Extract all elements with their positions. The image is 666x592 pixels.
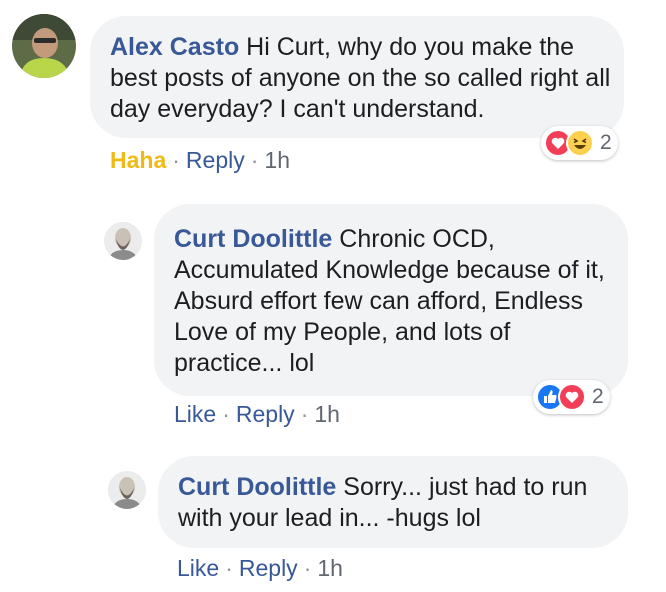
reaction-count: 2 [600,131,612,154]
profile-photo [104,222,142,260]
reaction-summary[interactable]: 2 [533,380,610,414]
comment-author[interactable]: Alex Casto [110,33,239,61]
avatar-curt-doolittle[interactable] [104,222,142,260]
timestamp[interactable]: 1h [317,555,343,581]
reply-link[interactable]: Reply [236,401,295,427]
separator-dot: · [303,555,312,581]
reply-link[interactable]: Reply [239,555,298,581]
avatar-curt-doolittle[interactable] [108,471,146,509]
comment-author[interactable]: Curt Doolittle [174,225,332,253]
like-link[interactable]: Like [177,555,219,581]
comment-bubble: Alex Casto Hi Curt, why do you make the … [90,16,624,138]
comment-author[interactable]: Curt Doolittle [178,473,336,501]
reply-link[interactable]: Reply [186,147,245,173]
profile-photo [108,471,146,509]
comment-bubble: Curt Doolittle Chronic OCD, Accumulated … [154,204,628,396]
like-link[interactable]: Like [174,401,216,427]
profile-photo [12,14,76,78]
timestamp[interactable]: 1h [314,401,340,427]
comment-actions: Haha · Reply · 1h [110,146,290,174]
separator-dot: · [250,147,259,173]
comment-actions: Like · Reply · 1h [177,554,343,582]
haha-icon [566,129,594,157]
haha-reaction-link[interactable]: Haha [110,147,166,173]
timestamp[interactable]: 1h [264,147,290,173]
separator-dot: · [222,401,230,427]
separator-dot: · [172,147,180,173]
reaction-summary[interactable]: 2 [541,126,618,160]
love-icon [558,383,586,411]
comment-actions: Like · Reply · 1h [174,400,340,428]
avatar-alex-casto[interactable] [12,14,76,78]
separator-dot: · [300,401,309,427]
reaction-count: 2 [592,385,604,408]
separator-dot: · [225,555,233,581]
comment-bubble: Curt Doolittle Sorry... just had to run … [158,456,628,548]
